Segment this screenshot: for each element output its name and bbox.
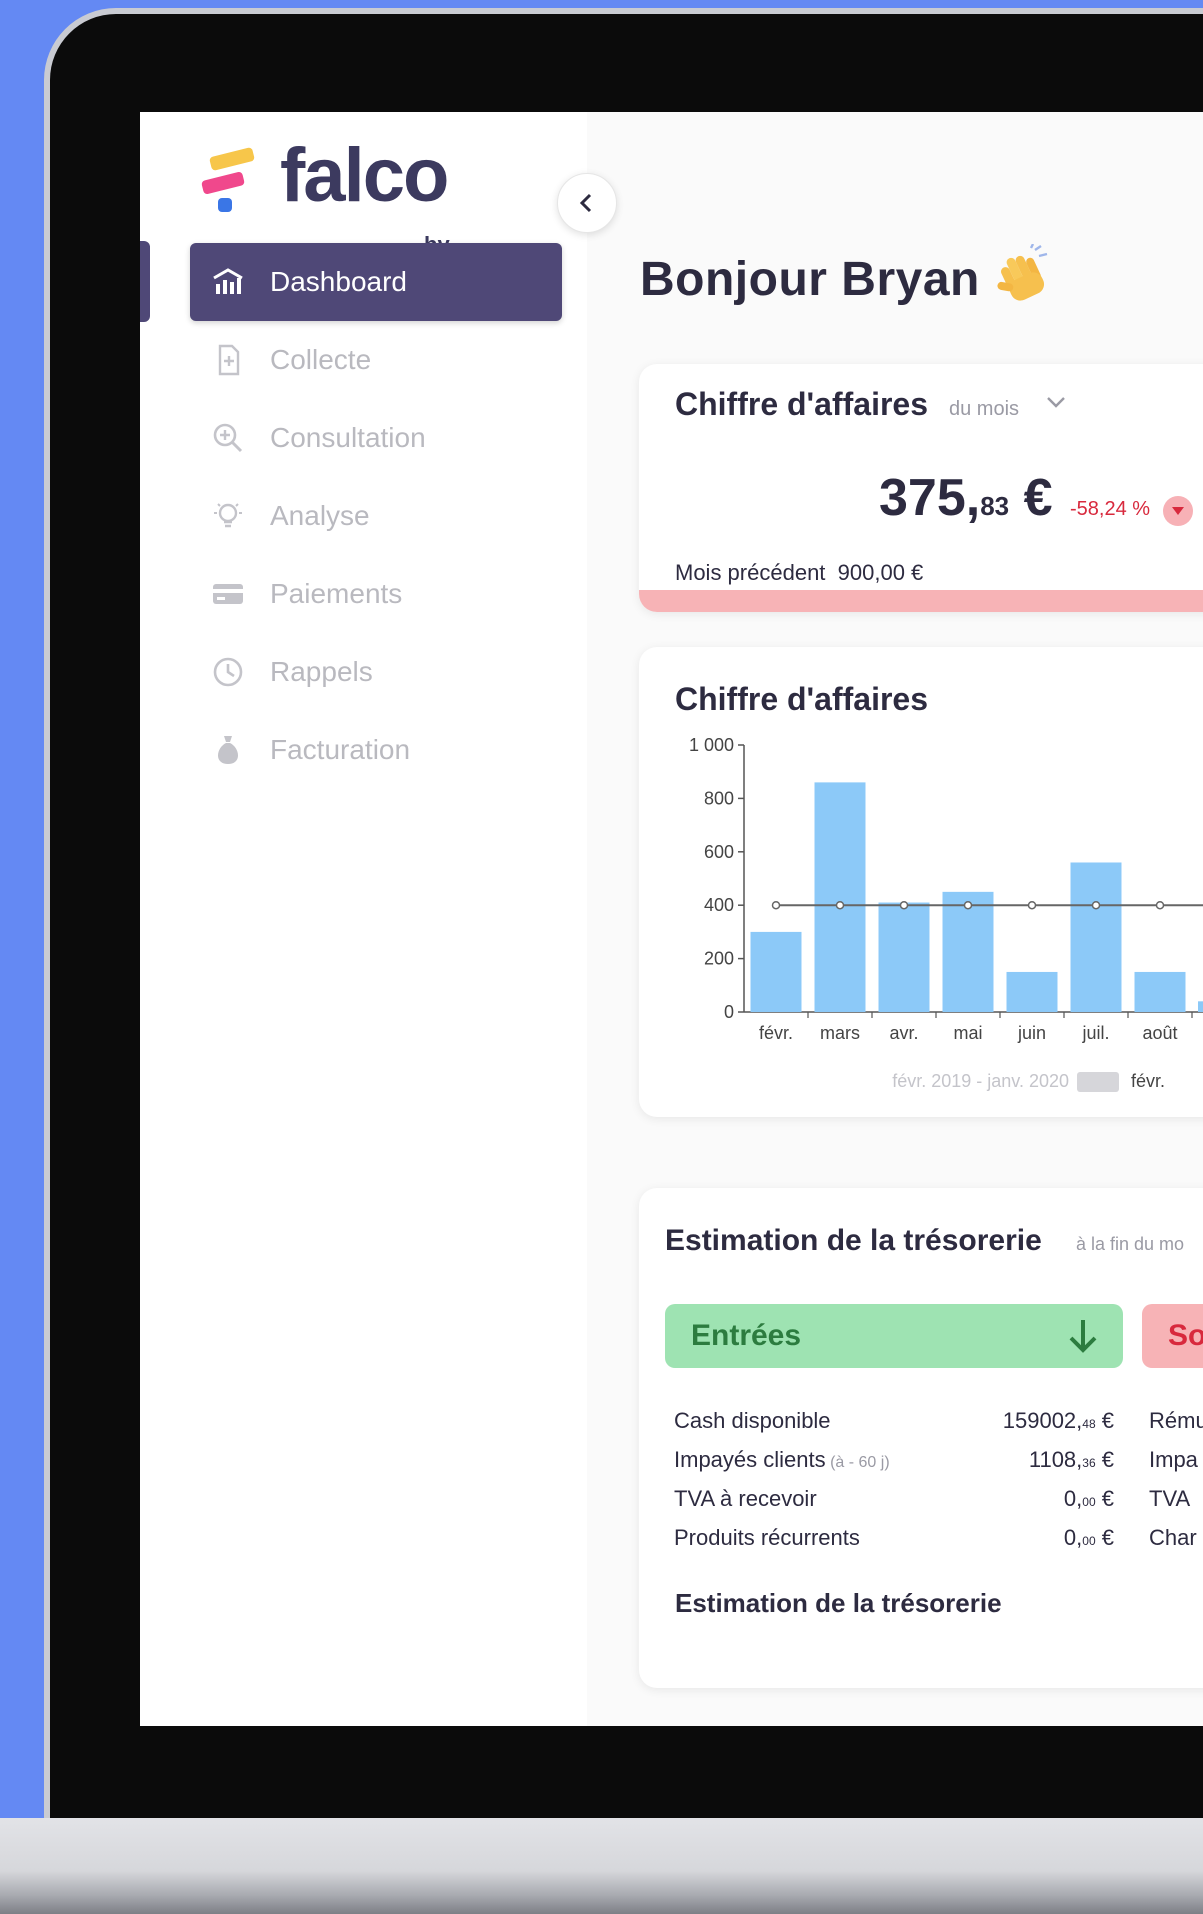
sidebar-item-collecte[interactable]: Collecte bbox=[190, 321, 562, 399]
page-title: Bonjour Bryan bbox=[640, 253, 980, 306]
sidebar-item-label: Consultation bbox=[270, 422, 426, 453]
sidebar: falco by horus Dashboard Collecte Con bbox=[140, 112, 587, 1726]
x-tick-label: juin bbox=[1017, 1023, 1046, 1043]
legend-previous-swatch bbox=[1077, 1072, 1119, 1092]
y-tick-label: 1 000 bbox=[689, 735, 734, 755]
previous-month: Mois précédent 900,00 € bbox=[675, 560, 924, 585]
revenue-bar-chart: 0 200 400 600 800 1 000 févr. mars avr. mai juin ju… bbox=[689, 735, 1203, 1092]
card-subtitle: à la fin du mo bbox=[1076, 1234, 1185, 1254]
active-indicator bbox=[140, 241, 150, 322]
sidebar-item-label: Facturation bbox=[270, 734, 411, 765]
sorties-row: TVA bbox=[1149, 1486, 1191, 1511]
x-tick-label: mars bbox=[820, 1023, 860, 1043]
sidebar-item-consultation[interactable]: Consultation bbox=[190, 399, 562, 477]
main-content: Bonjour Bryan Chiffre d'affaires du mois… bbox=[587, 112, 1203, 1726]
sidebar-item-label: Rappels bbox=[270, 656, 373, 687]
sidebar-item-paiements[interactable]: Paiements bbox=[190, 555, 562, 633]
card-title: Estimation de la trésorerie bbox=[665, 1224, 1042, 1257]
chart-bar bbox=[878, 902, 930, 1012]
clock-icon bbox=[208, 652, 248, 692]
sidebar-nav: Dashboard Collecte Consultation Analyse bbox=[190, 243, 562, 789]
x-tick-label: mai bbox=[953, 1023, 982, 1043]
x-tick-label: avr. bbox=[889, 1023, 918, 1043]
chart-bar bbox=[1134, 971, 1186, 1012]
entrees-header[interactable]: Entrées bbox=[665, 1304, 1123, 1368]
reference-point bbox=[1091, 900, 1101, 910]
reference-point bbox=[1027, 900, 1037, 910]
chart-bar bbox=[1006, 971, 1058, 1012]
sidebar-item-dashboard[interactable]: Dashboard bbox=[190, 243, 562, 321]
sidebar-item-label: Dashboard bbox=[270, 266, 407, 297]
zoom-plus-icon bbox=[208, 418, 248, 458]
x-tick-label: févr. bbox=[759, 1023, 793, 1043]
sidebar-item-label: Paiements bbox=[270, 578, 403, 609]
sorties-row: Rému bbox=[1149, 1408, 1203, 1433]
chart-bar bbox=[1198, 1001, 1203, 1012]
card-title: Chiffre d'affaires bbox=[675, 386, 928, 422]
waving-hand-icon bbox=[997, 244, 1048, 301]
legend-previous-label: févr. 2019 - janv. 2020 bbox=[892, 1071, 1069, 1091]
chart-bar bbox=[750, 931, 802, 1012]
reference-point bbox=[899, 900, 909, 910]
trend-down-icon bbox=[1163, 496, 1193, 526]
revenue-status-bar bbox=[639, 590, 1203, 612]
table-row: Produits récurrents 0,00 € bbox=[674, 1525, 1114, 1550]
sidebar-item-facturation[interactable]: Facturation bbox=[190, 711, 562, 789]
document-plus-icon bbox=[208, 340, 248, 380]
sidebar-item-analyse[interactable]: Analyse bbox=[190, 477, 562, 555]
revenue-variation: -58,24 % bbox=[1070, 498, 1151, 520]
table-row: Impayés clients (à - 60 j) 1108,36 € bbox=[674, 1447, 1114, 1472]
sidebar-item-label: Analyse bbox=[270, 500, 370, 531]
table-row: TVA à recevoir 0,00 € bbox=[674, 1486, 1114, 1511]
brand-name: falco bbox=[280, 133, 449, 218]
chart-bar bbox=[1070, 862, 1122, 1012]
y-tick-label: 600 bbox=[704, 842, 734, 862]
app-screen: falco by horus Dashboard Collecte Con bbox=[140, 112, 1203, 1726]
legend-current-label: févr. bbox=[1131, 1071, 1165, 1091]
reference-point bbox=[835, 900, 845, 910]
lightbulb-icon bbox=[208, 496, 248, 536]
y-tick-label: 800 bbox=[704, 788, 734, 808]
chart-bar bbox=[942, 891, 994, 1012]
y-tick-label: 0 bbox=[724, 1002, 734, 1022]
credit-card-icon bbox=[208, 574, 248, 614]
treasury-card: Estimation de la trésorerie à la fin du … bbox=[639, 1188, 1203, 1688]
sidebar-item-rappels[interactable]: Rappels bbox=[190, 633, 562, 711]
brand-logo[interactable]: falco by horus bbox=[200, 138, 485, 278]
arrow-down-icon bbox=[1069, 1320, 1097, 1353]
chevron-down-icon[interactable] bbox=[1045, 394, 1067, 410]
reference-point bbox=[963, 900, 973, 910]
revenue-chart-card: Chiffre d'affaires 0 200 400 600 800 1 000 fév… bbox=[639, 647, 1203, 1117]
table-row: Cash disponible 159002,48 € bbox=[674, 1408, 1114, 1433]
reference-point bbox=[771, 900, 781, 910]
sorties-header[interactable]: So bbox=[1142, 1304, 1203, 1368]
chart-building-icon bbox=[208, 262, 248, 302]
logo-mark-icon bbox=[200, 146, 258, 222]
laptop-base bbox=[0, 1818, 1203, 1914]
money-bag-icon bbox=[208, 730, 248, 770]
monthly-revenue-card: Chiffre d'affaires du mois 375,83 € -58,… bbox=[639, 364, 1203, 612]
y-tick-label: 200 bbox=[704, 949, 734, 969]
sorties-row: Char bbox=[1149, 1525, 1197, 1550]
treasury-estimate-label: Estimation de la trésorerie bbox=[675, 1588, 1002, 1618]
chart-bar bbox=[814, 782, 866, 1012]
period-selector-label[interactable]: du mois bbox=[949, 398, 1019, 421]
sorties-row: Impa bbox=[1149, 1447, 1198, 1472]
reference-point bbox=[1155, 900, 1165, 910]
x-tick-label: juil. bbox=[1081, 1023, 1109, 1043]
sidebar-item-label: Collecte bbox=[270, 344, 372, 375]
revenue-amount: 375,83 € bbox=[879, 469, 1053, 527]
x-tick-label: août bbox=[1142, 1023, 1177, 1043]
y-tick-label: 400 bbox=[704, 895, 734, 915]
